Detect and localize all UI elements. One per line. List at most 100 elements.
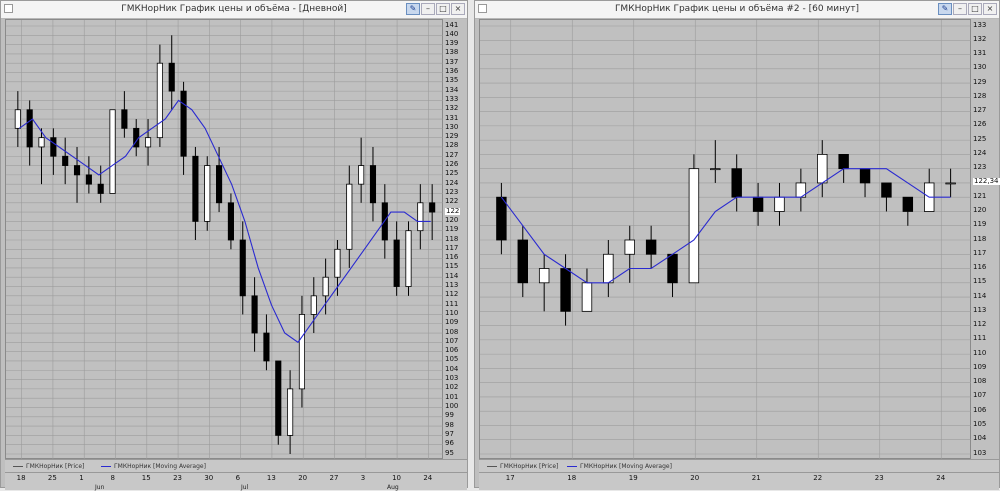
candle [859,168,871,198]
y-tick-label: 97 [445,429,454,438]
candle-body [624,239,635,255]
candle-body [405,230,412,287]
chart-window-daily[interactable]: ГМКНорНик График цены и объёма - [Дневно… [0,0,468,491]
candle-body [97,183,104,194]
y-tick-label: 133 [445,94,459,103]
y-tick-label: 111 [445,299,459,308]
y-tick-label: 131 [445,113,459,122]
candle [538,254,550,312]
y-tick-label: 120 [445,215,459,224]
x-tick-label: 10 [392,474,401,482]
minimize-button[interactable]: – [953,3,967,15]
y-tick-label: 119 [973,220,987,229]
close-button[interactable]: × [451,3,465,15]
minimize-button[interactable]: – [421,3,435,15]
price-axis: 1331321311301291281271261251241231221211… [971,19,1000,459]
candle-body [838,153,849,170]
date-axis: 18 25 1 8 15 23 30 6 13 20 27 3 10 24 Jun Jul Aug [5,472,467,491]
y-tick-label: 114 [445,271,459,280]
pin-icon[interactable]: ✎ [406,3,420,15]
candle [581,268,593,312]
y-tick-label: 135 [445,76,459,85]
candle [85,156,92,194]
y-tick-label: 98 [445,420,454,429]
candle-body [334,248,341,278]
y-tick-label: 129 [973,77,987,86]
candle-body [144,137,152,148]
candle [346,165,353,268]
candle-body [688,168,700,284]
candle [358,137,365,203]
window-title: ГМКНорНик График цены и объёма #2 - [60 … [614,4,860,14]
y-tick-label: 104 [445,364,459,373]
candle [496,182,507,255]
x-tick-label: 20 [298,474,308,482]
candle [121,91,128,138]
candle [180,81,187,175]
y-tick-label: 122 [445,197,459,206]
x-tick-label: 23 [874,474,884,482]
window-title: ГМКНорНик График цены и объёма - [Дневно… [121,4,347,14]
y-tick-label: 133 [973,20,987,29]
y-tick-label: 108 [445,327,459,336]
y-tick-label: 126 [445,160,459,169]
chart-window-60min[interactable]: ГМКНорНик График цены и объёма #2 - [60 … [474,0,1000,490]
candle-body [227,202,234,241]
candle [817,140,828,198]
y-tick-label: 130 [445,122,459,131]
candle [168,35,175,110]
x-tick-label: 13 [266,474,276,482]
candle [945,168,956,198]
y-tick-label: 112 [973,320,987,329]
candle-body [496,196,507,241]
y-tick-label: 138 [445,48,459,57]
y-tick-label: 95 [445,448,454,457]
candle-body [429,202,436,213]
y-tick-label: 113 [973,305,987,314]
y-tick-label: 112 [445,290,459,299]
candle [263,314,270,371]
candle-body [346,183,353,250]
y-tick-label: 115 [445,262,459,271]
y-tick-label: 128 [973,91,987,100]
y-tick-label: 125 [973,134,987,143]
maximize-button[interactable]: □ [968,3,982,15]
title-bar[interactable]: ГМКНорНик График цены и объёма - [Дневно… [1,1,467,19]
y-tick-label: 96 [445,439,454,448]
y-tick-label: 120 [973,205,987,214]
y-tick-label: 109 [445,318,459,327]
candle [795,168,807,212]
y-tick-label: 123 [445,187,459,196]
candle-body [156,62,163,139]
y-tick-label: 105 [445,355,459,364]
price-chart-area[interactable] [5,19,444,460]
close-button[interactable]: × [983,3,997,15]
y-tick-label: 141 [445,20,459,29]
y-tick-label: 107 [445,336,459,345]
candle [710,140,721,183]
title-bar[interactable]: ГМКНорНик График цены и объёма #2 - [60 … [475,1,999,19]
x-tick-label: 18 [16,474,26,482]
candle-body [204,165,211,222]
candle-body [14,109,21,129]
candle [73,146,81,203]
candle [156,44,163,147]
maximize-button[interactable]: □ [436,3,450,15]
y-tick-label: 130 [973,63,987,72]
y-tick-label: 129 [445,132,459,141]
x-tick-label: 27 [329,474,339,482]
price-chart-area[interactable] [479,19,972,460]
y-tick-label: 117 [973,248,987,257]
candle-body [645,239,657,255]
y-tick-label: 117 [445,243,459,252]
candle-body [310,295,317,315]
candle-body [603,253,614,284]
candle [688,154,700,284]
pin-icon[interactable]: ✎ [938,3,952,15]
y-tick-label: 99 [445,411,454,420]
candle [667,253,678,298]
candle-body [417,202,424,232]
candle-body [538,268,550,284]
y-tick-label: 107 [973,391,987,400]
candle [624,225,635,283]
